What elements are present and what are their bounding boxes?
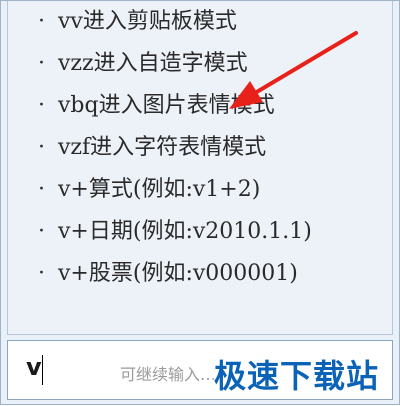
list-item-label: v+日期(例如:v2010.1.1) — [58, 219, 312, 244]
list-item-clipboard-mode[interactable]: · vv进入剪贴板模式 — [34, 1, 312, 43]
list-item-image-emoji-mode[interactable]: · vbq进入图片表情模式 — [34, 85, 312, 127]
list-item-char-emoji-mode[interactable]: · vzf进入字符表情模式 — [34, 127, 312, 169]
ime-candidate-window: · vv进入剪贴板模式 · vzz进入自造字模式 · vbq进入图片表情模式 ·… — [0, 0, 400, 405]
watermark-logo: 极速下载站 — [213, 357, 379, 395]
list-item-label: v+算式(例如:v1+2) — [58, 177, 261, 202]
bullet-icon: · — [38, 93, 45, 118]
list-item-date[interactable]: · v+日期(例如:v2010.1.1) — [34, 211, 312, 253]
list-item-label: vv进入剪贴板模式 — [58, 9, 237, 34]
bullet-icon: · — [38, 177, 45, 202]
list-item-stock[interactable]: · v+股票(例如:v000001) — [34, 253, 312, 295]
bullet-icon: · — [38, 219, 45, 244]
command-list-panel: · vv进入剪贴板模式 · vzz进入自造字模式 · vbq进入图片表情模式 ·… — [7, 1, 393, 335]
bullet-icon: · — [38, 261, 45, 286]
list-item-label: vbq进入图片表情模式 — [58, 93, 275, 118]
list-item-label: vzz进入自造字模式 — [58, 51, 248, 76]
command-list: · vv进入剪贴板模式 · vzz进入自造字模式 · vbq进入图片表情模式 ·… — [34, 1, 312, 295]
bullet-icon: · — [38, 51, 45, 76]
composition-text: v — [26, 353, 42, 381]
text-caret-icon — [42, 355, 43, 385]
bullet-icon: · — [38, 135, 45, 160]
bullet-icon: · — [38, 9, 45, 34]
list-item-label: v+股票(例如:v000001) — [58, 261, 298, 286]
list-item-formula[interactable]: · v+算式(例如:v1+2) — [34, 169, 312, 211]
list-item-label: vzf进入字符表情模式 — [58, 135, 267, 160]
list-item-custom-char-mode[interactable]: · vzz进入自造字模式 — [34, 43, 312, 85]
continue-input-hint: 可继续输入… — [120, 365, 217, 384]
